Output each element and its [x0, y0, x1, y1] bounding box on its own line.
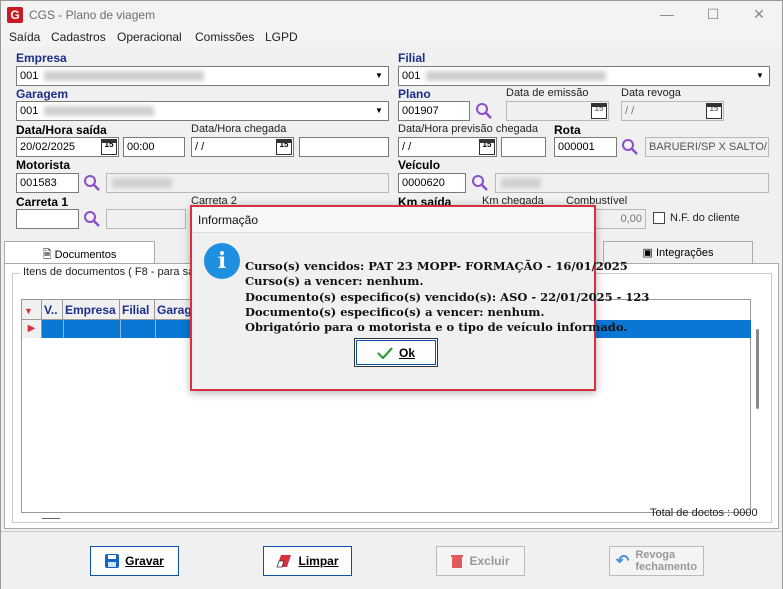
trash-icon — [451, 555, 464, 568]
data-chegada-input[interactable]: / / 15 — [191, 137, 294, 157]
rota-input[interactable]: 000001 — [554, 137, 617, 157]
filial-label: Filial — [398, 51, 426, 65]
column-header[interactable]: Garage — [155, 300, 198, 320]
close-button[interactable]: ✕ — [736, 1, 782, 29]
dialog-line: Documento(s) especifico(s) vencido(s): A… — [245, 290, 650, 304]
carreta1-input[interactable] — [16, 209, 79, 229]
data-emissao-input[interactable]: 15 — [506, 101, 609, 121]
row-indicator-icon: ▶ — [22, 320, 42, 338]
scrollbar-thumb[interactable] — [756, 329, 759, 409]
info-icon: i — [204, 243, 240, 279]
ok-button[interactable]: Ok — [354, 338, 438, 367]
carreta1-label: Carreta 1 — [16, 195, 69, 209]
document-icon: 🗎 — [42, 249, 52, 261]
gravar-button[interactable]: Gravar — [90, 546, 179, 576]
menu-comissoes[interactable]: Comissões — [195, 30, 254, 44]
calendar-icon[interactable]: 15 — [276, 139, 292, 155]
data-previsao-input[interactable]: / / 15 — [398, 137, 497, 157]
chevron-down-icon[interactable]: ▼ — [752, 68, 768, 84]
excluir-button[interactable]: Excluir — [436, 546, 525, 576]
minimize-button[interactable]: — — [644, 1, 690, 29]
sort-arrow-icon: ▼ — [24, 306, 33, 316]
hora-saida-input[interactable]: 00:00 — [123, 137, 185, 157]
calendar-icon[interactable]: 15 — [479, 139, 495, 155]
limpar-button[interactable]: Limpar — [263, 546, 352, 576]
data-emissao-label: Data de emissão — [506, 87, 589, 99]
grid-corner[interactable]: ▼ — [22, 300, 42, 320]
nf-cliente-label: N.F. do cliente — [670, 212, 740, 224]
data-saida-input[interactable]: 20/02/2025 15 — [16, 137, 119, 157]
save-icon — [105, 554, 120, 568]
tab-documentos[interactable]: 🗎 Documentos — [4, 241, 155, 264]
check-icon — [377, 346, 393, 359]
garagem-label: Garagem — [16, 87, 69, 101]
data-hora-previsao-label: Data/Hora previsão chegada — [398, 123, 539, 135]
motorista-label: Motorista — [16, 158, 70, 172]
dialog-line: Obrigatório para o motorista e o tipo de… — [245, 320, 628, 334]
grid-footer-line — [42, 518, 60, 519]
vertical-scrollbar[interactable] — [751, 299, 765, 513]
search-icon[interactable] — [475, 102, 493, 120]
revoga-fechamento-button[interactable]: ↶ Revoga fechamento — [609, 546, 704, 576]
search-icon[interactable] — [471, 174, 489, 192]
column-header[interactable]: V.. — [42, 300, 63, 320]
title-bar: G CGS - Plano de viagem — ☐ ✕ — [1, 1, 782, 29]
empresa-select[interactable]: 001 ▼ — [16, 66, 389, 86]
rota-label: Rota — [554, 123, 581, 137]
data-revoga-input[interactable]: / / 15 — [621, 101, 724, 121]
dialog-title: Informação — [192, 207, 594, 233]
menu-saida[interactable]: Saída — [9, 30, 40, 44]
total-doctos: Total de doctos : 0000 — [650, 507, 758, 519]
information-dialog: Informação i Curso(s) vencidos: PAT 23 M… — [190, 205, 649, 391]
filial-select[interactable]: 001 ▼ — [398, 66, 770, 86]
veiculo-description — [495, 173, 769, 193]
main-window: G CGS - Plano de viagem — ☐ ✕ Saída Cada… — [0, 0, 783, 589]
calendar-icon[interactable]: 15 — [591, 103, 607, 119]
eraser-icon — [276, 555, 292, 568]
data-hora-saida-label: Data/Hora saída — [16, 123, 107, 137]
dialog-line: Curso(s) a vencer: nenhum. — [245, 274, 424, 288]
column-header[interactable]: Empresa — [63, 300, 120, 320]
column-header[interactable]: Filial — [120, 300, 155, 320]
undo-icon: ↶ — [615, 553, 630, 570]
motorista-input[interactable]: 001583 — [16, 173, 79, 193]
integration-icon: ▣ — [642, 247, 653, 259]
group-title: Itens de documentos ( F8 - para sa — [20, 266, 198, 278]
nf-cliente-checkbox[interactable] — [653, 212, 665, 224]
hora-previsao-input[interactable] — [501, 137, 546, 157]
search-icon[interactable] — [83, 210, 101, 228]
chevron-down-icon[interactable]: ▼ — [371, 68, 387, 84]
garagem-select[interactable]: 001 ▼ — [16, 101, 389, 121]
calendar-icon[interactable]: 15 — [101, 139, 117, 155]
plano-input[interactable]: 001907 — [398, 101, 470, 121]
calendar-icon[interactable]: 15 — [706, 103, 722, 119]
carreta1-description — [106, 209, 186, 229]
chevron-down-icon[interactable]: ▼ — [371, 103, 387, 119]
window-title: CGS - Plano de viagem — [29, 8, 156, 22]
rota-description: BARUERI/SP X SALTO/ — [645, 137, 769, 157]
menu-operacional[interactable]: Operacional — [117, 30, 182, 44]
menu-lgpd[interactable]: LGPD — [265, 30, 298, 44]
motorista-name — [106, 173, 389, 193]
maximize-button[interactable]: ☐ — [690, 1, 736, 29]
veiculo-label: Veículo — [398, 158, 441, 172]
data-hora-chegada-label: Data/Hora chegada — [191, 123, 287, 135]
plano-label: Plano — [398, 87, 431, 101]
dialog-line: Documento(s) especifico(s) a vencer: nen… — [245, 305, 545, 319]
menu-bar: Saída Cadastros Operacional Comissões LG… — [1, 29, 782, 47]
hora-chegada-input[interactable] — [299, 137, 389, 157]
data-revoga-label: Data revoga — [621, 87, 681, 99]
dialog-line: Curso(s) vencidos: PAT 23 MOPP- FORMAÇÃO… — [245, 259, 628, 273]
app-logo: G — [7, 7, 23, 23]
action-bar: Gravar Limpar Excluir ↶ Revoga fechament… — [1, 531, 782, 589]
veiculo-input[interactable]: 0000620 — [398, 173, 466, 193]
empresa-label: Empresa — [16, 51, 67, 65]
menu-cadastros[interactable]: Cadastros — [51, 30, 106, 44]
search-icon[interactable] — [621, 138, 639, 156]
search-icon[interactable] — [83, 174, 101, 192]
